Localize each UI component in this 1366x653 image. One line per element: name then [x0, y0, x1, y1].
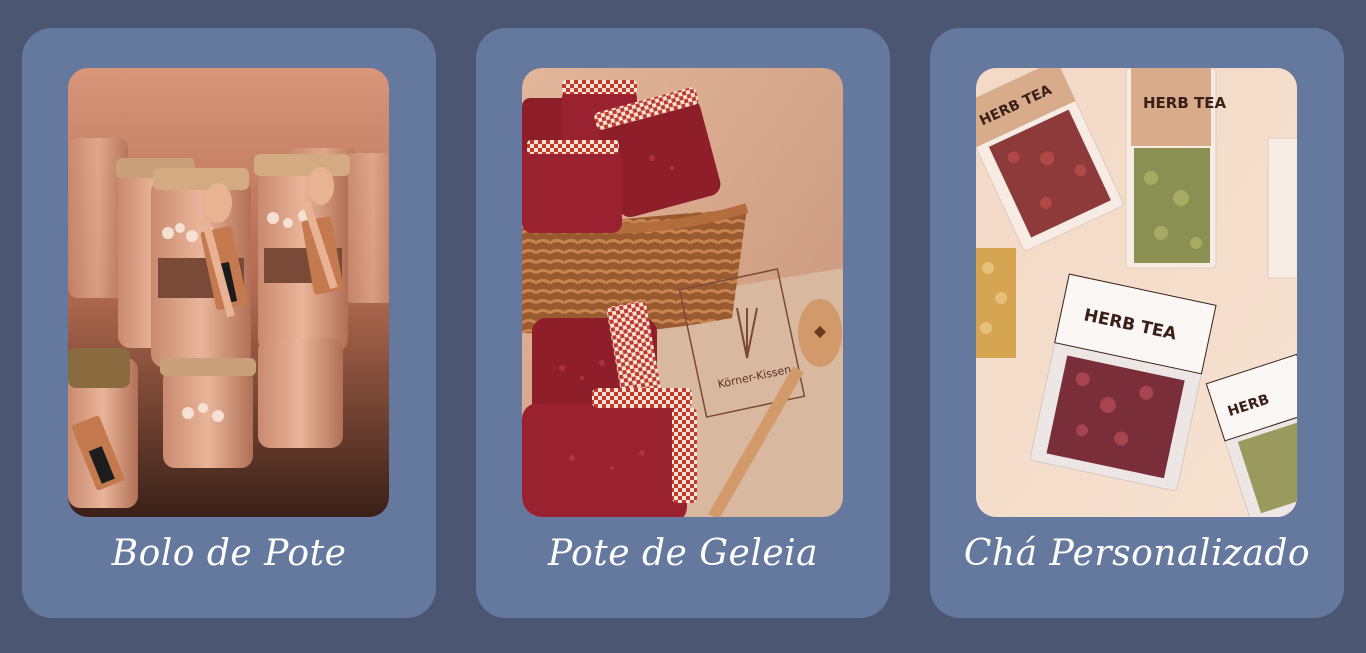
cake-jars-image [68, 68, 389, 517]
card-title: Bolo de Pote [111, 533, 347, 574]
packet-label: HERB TEA [1143, 94, 1226, 112]
product-card-pote-de-geleia[interactable]: Körner-Kissen Pote de Geleia [476, 28, 890, 618]
product-card-cha-personalizado[interactable]: HERB TEA HERB TEA HERB TEA HERB Chá Pers… [930, 28, 1344, 618]
card-title: Pote de Geleia [547, 533, 819, 574]
cha-personalizado-photo[interactable]: HERB TEA HERB TEA HERB TEA HERB [976, 68, 1297, 517]
jam-jars-image: Körner-Kissen [522, 68, 843, 517]
product-card-bolo-de-pote[interactable]: Bolo de Pote [22, 28, 436, 618]
card-title: Chá Personalizado [963, 533, 1311, 574]
herb-tea-packets-image: HERB TEA HERB TEA HERB TEA HERB [976, 68, 1297, 517]
bolo-de-pote-photo[interactable] [68, 68, 389, 517]
pote-de-geleia-photo[interactable]: Körner-Kissen [522, 68, 843, 517]
